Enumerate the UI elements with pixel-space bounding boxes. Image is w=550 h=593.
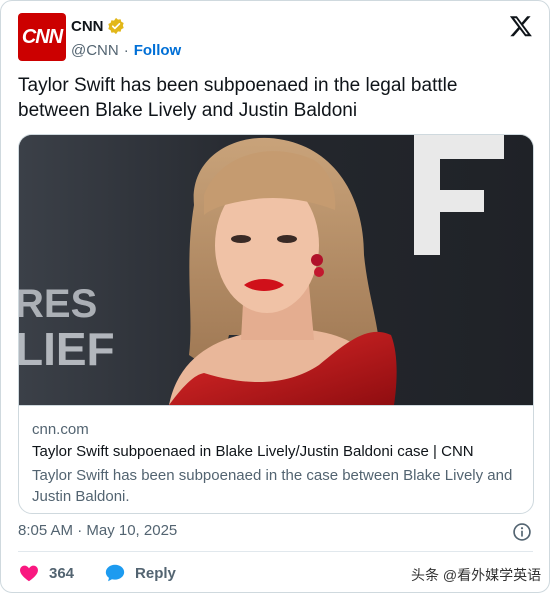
svg-text:RES: RES bbox=[19, 282, 97, 326]
speech-bubble-icon bbox=[105, 564, 125, 582]
cnn-logo-text: CNN bbox=[21, 25, 63, 48]
link-description: Taylor Swift has been subpoenaed in the … bbox=[32, 467, 513, 505]
author-block: CNN @CNN · Follow bbox=[71, 16, 181, 60]
tweet-text: Taylor Swift has been subpoenaed in the … bbox=[18, 75, 458, 121]
info-icon[interactable] bbox=[512, 522, 532, 542]
divider bbox=[18, 551, 533, 552]
heart-icon bbox=[20, 565, 38, 582]
tweet-card: CNN CNN @CNN · Follow Taylor Swift has b… bbox=[0, 0, 550, 593]
link-card-info[interactable]: cnn.com Taylor Swift subpoenaed in Blake… bbox=[19, 405, 533, 505]
link-domain: cnn.com bbox=[32, 421, 89, 438]
link-preview-card[interactable]: RES LIEF cnn.com Taylor Swift subpoenaed… bbox=[18, 134, 534, 514]
x-logo-icon[interactable] bbox=[509, 14, 533, 38]
article-image[interactable]: RES LIEF bbox=[19, 135, 533, 405]
follow-button[interactable]: Follow bbox=[134, 42, 182, 59]
like-button[interactable]: 364 bbox=[18, 562, 104, 584]
reply-button[interactable]: Reply bbox=[104, 562, 176, 584]
separator-dot: · bbox=[123, 41, 129, 59]
display-name[interactable]: CNN bbox=[71, 18, 104, 35]
avatar[interactable]: CNN bbox=[18, 13, 66, 61]
handle[interactable]: @CNN bbox=[71, 42, 119, 59]
photo-illustration: RES LIEF bbox=[19, 135, 533, 405]
like-count: 364 bbox=[49, 564, 75, 582]
reply-label: Reply bbox=[135, 564, 176, 582]
action-bar: 364 Reply bbox=[18, 561, 176, 585]
svg-text:LIEF: LIEF bbox=[19, 323, 115, 375]
watermark: 头条 @看外媒学英语 bbox=[411, 567, 542, 583]
link-title[interactable]: Taylor Swift subpoenaed in Blake Lively/… bbox=[32, 443, 522, 460]
timestamp[interactable]: 8:05 AM · May 10, 2025 bbox=[18, 522, 177, 539]
verified-badge-icon bbox=[107, 17, 124, 35]
